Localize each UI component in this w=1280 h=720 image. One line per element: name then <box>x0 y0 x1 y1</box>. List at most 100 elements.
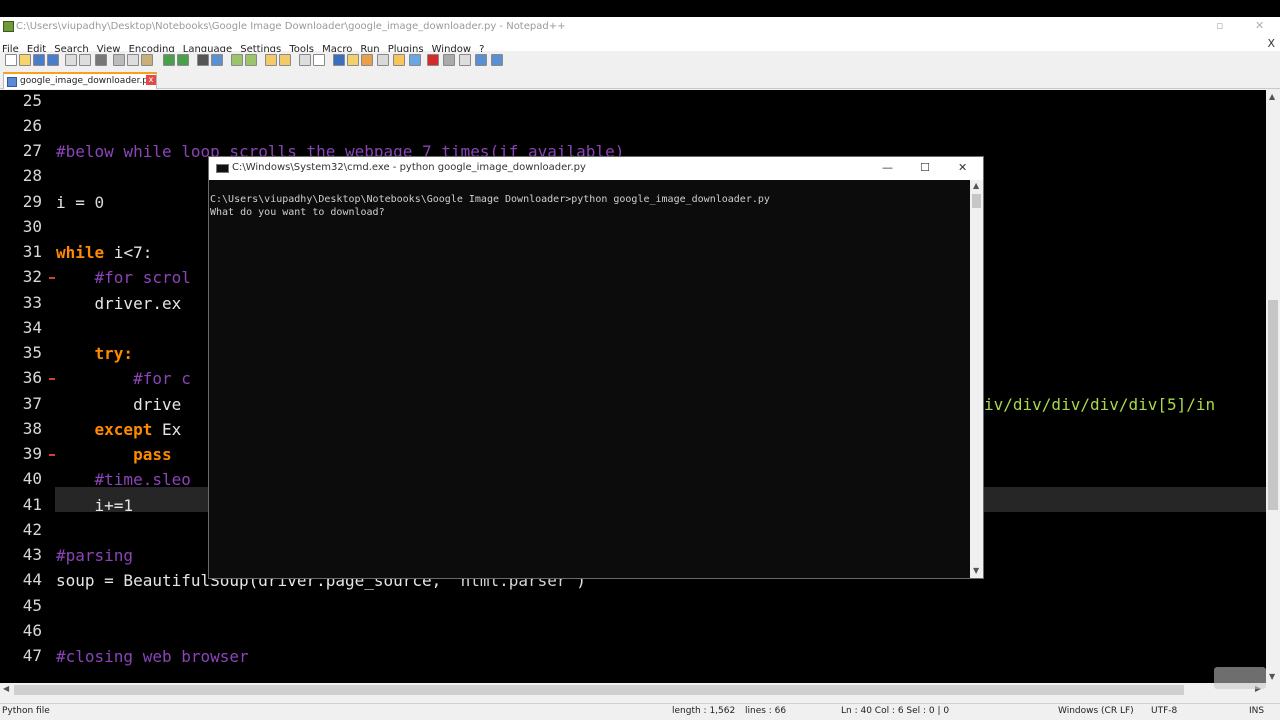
zoom-in-icon[interactable] <box>231 54 243 66</box>
code-line: except Ex <box>56 420 182 439</box>
line-number: 29 <box>22 192 42 211</box>
tab-label: google_image_downloader.py <box>20 76 154 86</box>
scroll-left-icon[interactable]: ◀ <box>3 684 9 693</box>
replace-icon[interactable] <box>211 54 223 66</box>
line-number: 37 <box>22 394 42 413</box>
open-file-icon[interactable] <box>19 54 31 66</box>
status-file-type: Python file <box>2 706 50 716</box>
show-all-chars-icon[interactable] <box>313 54 325 66</box>
console-line: C:\Users\viupadhy\Desktop\Notebooks\Goog… <box>210 194 770 205</box>
line-number: 28 <box>22 166 42 185</box>
notepadpp-app-icon <box>3 21 14 32</box>
scroll-thumb[interactable] <box>1268 300 1278 510</box>
maximize-button[interactable]: ☐ <box>920 161 930 174</box>
tab-close-icon[interactable]: x <box>146 75 156 85</box>
status-lines: lines : 66 <box>745 706 787 716</box>
minimize-button[interactable]: — <box>882 161 893 174</box>
save-macro-icon[interactable] <box>491 54 503 66</box>
paste-icon[interactable] <box>141 54 153 66</box>
print-icon[interactable] <box>95 54 107 66</box>
close-icon[interactable] <box>65 54 77 66</box>
sync-vertical-icon[interactable] <box>265 54 277 66</box>
find-icon[interactable] <box>197 54 209 66</box>
line-number: 45 <box>22 596 42 615</box>
zoom-out-icon[interactable] <box>245 54 257 66</box>
fold-marker[interactable] <box>49 378 55 382</box>
line-number: 32 <box>22 267 42 286</box>
run-macro-multiple-icon[interactable] <box>475 54 487 66</box>
copy-icon[interactable] <box>127 54 139 66</box>
function-list-icon[interactable] <box>377 54 389 66</box>
line-number: 40 <box>22 469 42 488</box>
save-icon[interactable] <box>33 54 45 66</box>
title-bar: C:\Users\viupadhy\Desktop\Notebooks\Goog… <box>0 17 1280 37</box>
code-text: i<7: <box>104 243 153 262</box>
fold-marker[interactable] <box>49 454 55 458</box>
cut-icon[interactable] <box>113 54 125 66</box>
status-eol: Windows (CR LF) <box>1058 706 1134 716</box>
record-macro-icon[interactable] <box>427 54 439 66</box>
close-all-icon[interactable] <box>79 54 91 66</box>
sync-horizontal-icon[interactable] <box>279 54 291 66</box>
line-number: 26 <box>22 116 42 135</box>
tab-google-image-downloader[interactable]: google_image_downloader.py x <box>3 72 157 89</box>
cmd-scrollbar[interactable]: ▲ ▼ <box>970 180 983 578</box>
fold-marker[interactable] <box>49 277 55 281</box>
status-insert-mode: INS <box>1249 706 1265 716</box>
code-keyword: while <box>56 243 105 262</box>
play-macro-icon[interactable] <box>459 54 471 66</box>
cmd-console-output[interactable]: C:\Users\viupadhy\Desktop\Notebooks\Goog… <box>209 180 970 578</box>
cmd-title-bar[interactable]: C:\Windows\System32\cmd.exe - python goo… <box>209 157 983 180</box>
line-number: 35 <box>22 343 42 362</box>
line-number: 33 <box>22 293 42 312</box>
monitoring-icon[interactable] <box>409 54 421 66</box>
save-all-icon[interactable] <box>47 54 59 66</box>
close-window-button[interactable]: ✕ <box>1255 19 1264 32</box>
code-line: drive <box>56 395 182 414</box>
code-keyword: pass <box>133 445 172 464</box>
line-number: 38 <box>22 419 42 438</box>
doc-map-icon[interactable] <box>361 54 373 66</box>
line-number: 47 <box>22 646 42 665</box>
scroll-down-icon[interactable]: ▼ <box>1269 672 1275 681</box>
close-document-button[interactable]: X <box>1267 37 1275 50</box>
line-number: 43 <box>22 545 42 564</box>
code-line: pass <box>56 445 172 464</box>
horizontal-scrollbar[interactable]: ◀ ▶ <box>0 683 1266 697</box>
code-comment: #time.sleo <box>56 470 191 489</box>
code-text: Ex <box>152 420 182 439</box>
cmd-window[interactable]: C:\Windows\System32\cmd.exe - python goo… <box>208 156 984 579</box>
status-encoding: UTF-8 <box>1151 706 1178 716</box>
line-number: 30 <box>22 217 42 236</box>
vertical-scrollbar[interactable]: ▲ ▼ <box>1266 90 1280 683</box>
undo-icon[interactable] <box>163 54 175 66</box>
scroll-up-icon[interactable]: ▲ <box>1269 92 1275 101</box>
new-file-icon[interactable] <box>5 54 17 66</box>
code-keyword: except <box>94 420 153 439</box>
language-icon[interactable] <box>347 54 359 66</box>
maximize-button[interactable]: ▫ <box>1216 19 1223 32</box>
code-comment: #for c <box>56 369 191 388</box>
stop-macro-icon[interactable] <box>443 54 455 66</box>
tab-bar: google_image_downloader.py x <box>0 71 1280 89</box>
indent-guide-icon[interactable] <box>333 54 345 66</box>
scroll-thumb[interactable] <box>14 685 1184 695</box>
line-number: 25 <box>22 91 42 110</box>
status-bar: Python file length : 1,562 lines : 66 Ln… <box>0 703 1280 720</box>
close-button[interactable]: ✕ <box>958 161 967 174</box>
code-line: i = 0 <box>56 193 104 212</box>
word-wrap-icon[interactable] <box>299 54 311 66</box>
line-number: 42 <box>22 520 42 539</box>
line-number: 46 <box>22 621 42 640</box>
watermark-logo <box>1214 667 1266 689</box>
scroll-thumb[interactable] <box>972 194 981 208</box>
line-number-gutter: 25 26 27 28 29 30 31 32 33 34 35 36 37 3… <box>0 90 50 683</box>
redo-icon[interactable] <box>177 54 189 66</box>
scroll-down-icon[interactable]: ▼ <box>973 566 979 575</box>
code-comment: #closing web browser <box>56 647 249 666</box>
scroll-up-icon[interactable]: ▲ <box>973 181 979 190</box>
folder-workspace-icon[interactable] <box>393 54 405 66</box>
cmd-app-icon <box>216 164 229 173</box>
